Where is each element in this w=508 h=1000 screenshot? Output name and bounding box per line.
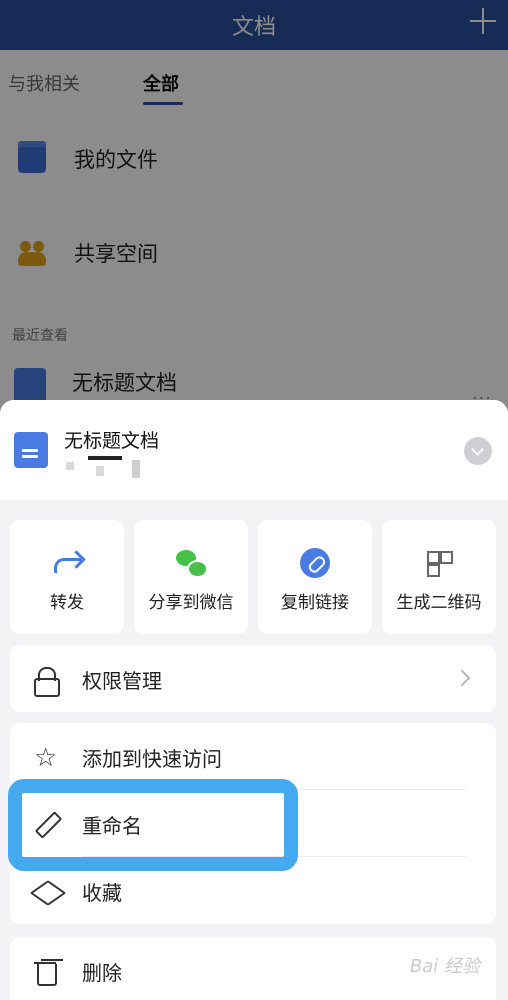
chevron-down-icon[interactable] [464, 437, 492, 465]
share-actions: 转发 分享到微信 复制链接 生成二维码 [10, 520, 498, 634]
favorite-label: 收藏 [82, 881, 122, 905]
share-wechat-label: 分享到微信 [148, 593, 234, 613]
permission-card: 权限管理 [10, 645, 496, 712]
wechat-icon [176, 548, 208, 578]
trash-icon [34, 959, 60, 986]
qr-code-icon [424, 548, 454, 578]
qr-code-label: 生成二维码 [396, 593, 482, 613]
rename-highlight-box [8, 779, 298, 871]
forward-icon [52, 548, 82, 578]
copy-link-button[interactable]: 复制链接 [258, 520, 372, 634]
redacted-owner-info [66, 456, 146, 478]
box-icon [34, 879, 60, 905]
copy-link-label: 复制链接 [281, 593, 349, 613]
sheet-header: 无标题文档 [0, 400, 508, 500]
document-icon [14, 432, 48, 468]
permission-label: 权限管理 [82, 669, 162, 693]
quick-access-label: 添加到快速访问 [82, 747, 222, 771]
qr-code-button[interactable]: 生成二维码 [382, 520, 496, 634]
lock-icon [34, 667, 60, 697]
share-wechat-button[interactable]: 分享到微信 [134, 520, 248, 634]
chevron-right-icon [453, 669, 471, 687]
watermark: Bai 经验 [409, 956, 480, 977]
permission-item[interactable]: 权限管理 [10, 645, 496, 712]
forward-button[interactable]: 转发 [10, 520, 124, 634]
action-sheet: 无标题文档 转发 分享到微信 复制链接 生成二维码 权限管理 ☆ 添加到快速访问… [0, 400, 508, 1000]
star-icon: ☆ [34, 743, 58, 773]
link-icon [300, 548, 330, 578]
sheet-doc-title: 无标题文档 [64, 430, 160, 452]
forward-label: 转发 [50, 593, 84, 613]
delete-label: 删除 [82, 961, 122, 985]
